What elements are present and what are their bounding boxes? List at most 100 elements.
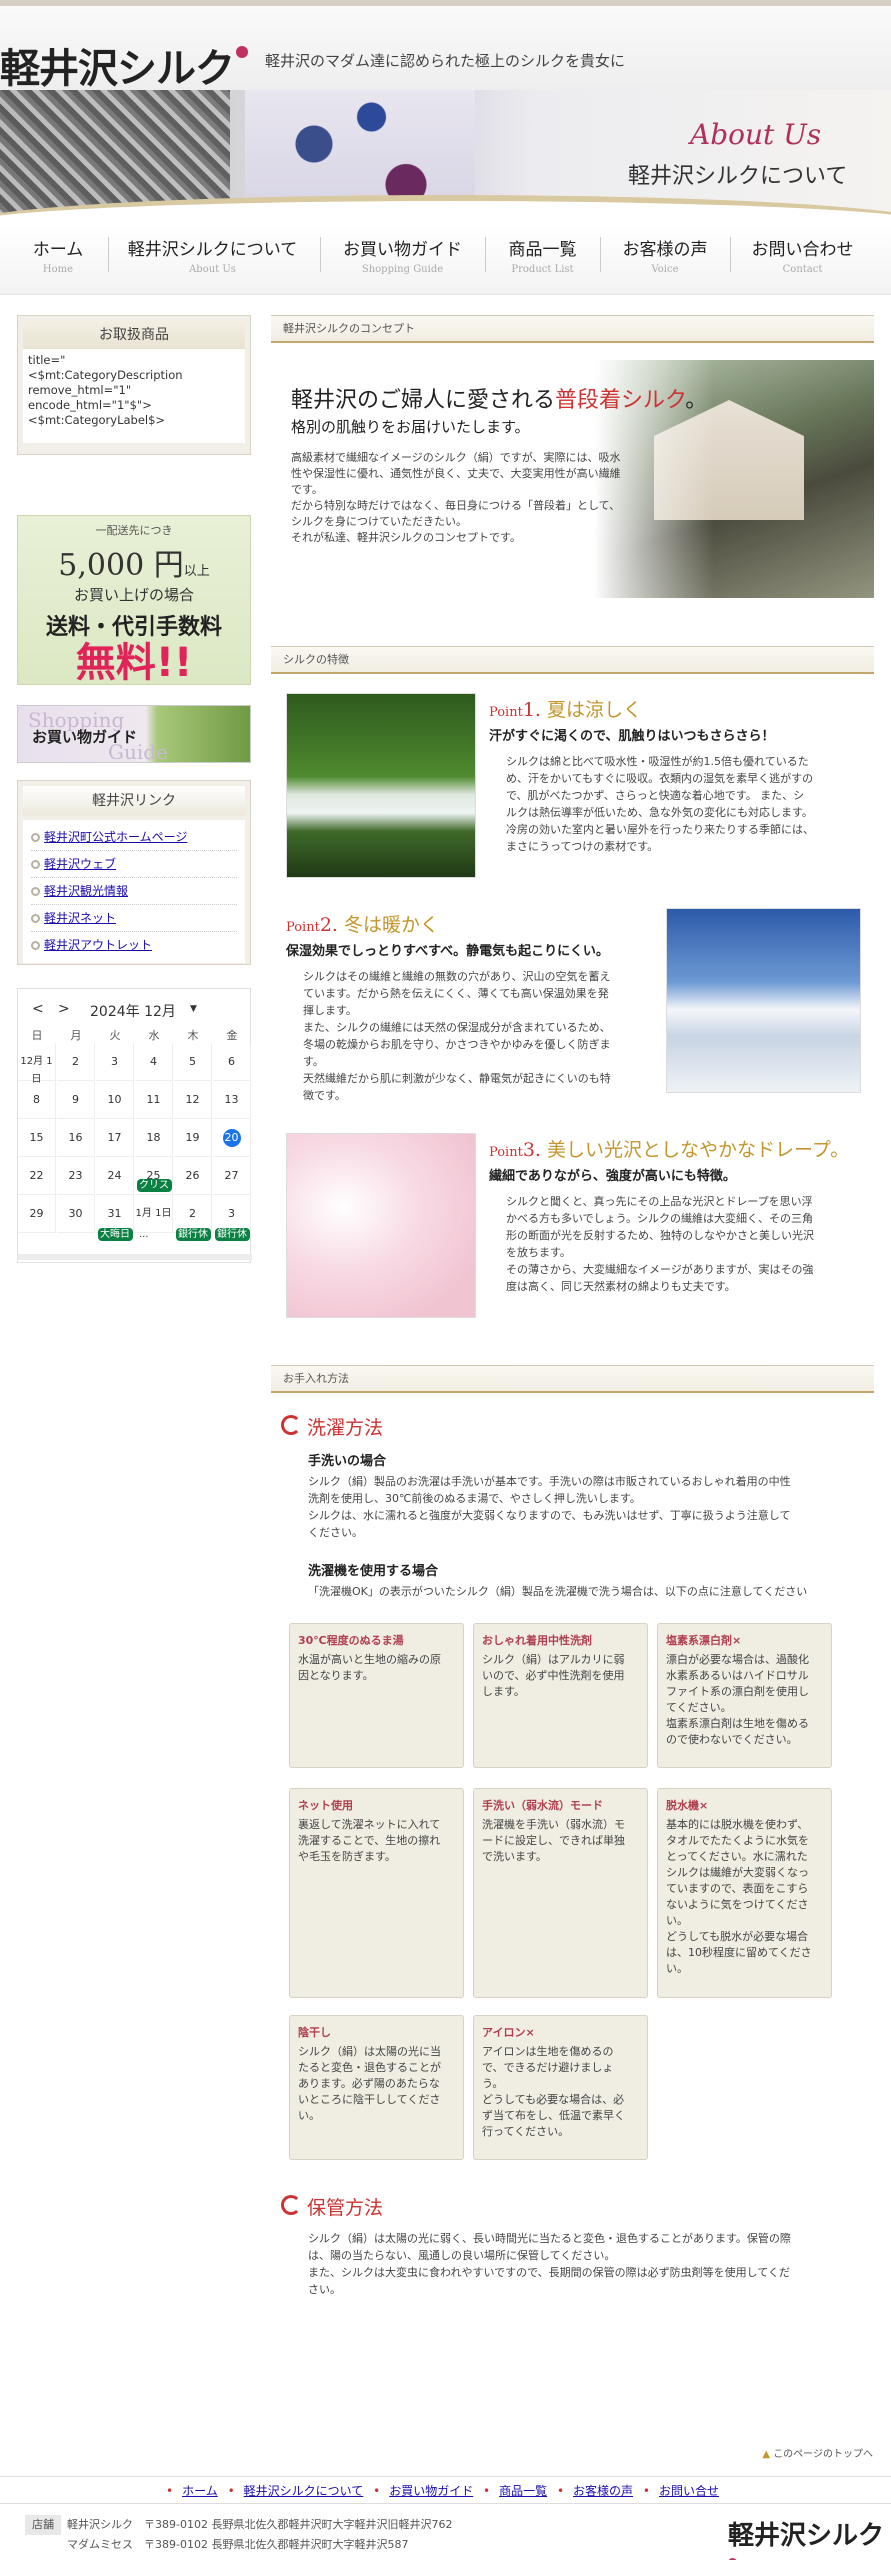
links-box-title: 軽井沢リンク	[23, 786, 245, 816]
calendar-day[interactable]: 6	[213, 1043, 251, 1081]
nav-divider	[730, 237, 731, 272]
nav-label: お客様の声	[622, 240, 708, 260]
footer-link-voice[interactable]: お客様の声	[573, 2484, 633, 2498]
link-karuizawa-official[interactable]: 軽井沢町公式ホームページ	[44, 830, 187, 844]
calendar-day-number: 2	[189, 1207, 196, 1220]
calendar-day-number: 31	[107, 1207, 122, 1220]
nav-divider	[485, 237, 486, 272]
shipping-line-1: 一配送先につき	[95, 524, 173, 537]
footer-link-contact[interactable]: お問い合せ	[659, 2484, 719, 2498]
calendar-day-number: 22	[29, 1169, 44, 1182]
hand-wash-body: シルク（絹）製品のお洗濯は手洗いが基本です。手洗いの際は市販されているおしゃれ着…	[308, 1475, 791, 1539]
footer-shop-info: 店舗 軽井沢シルク 〒389-0102 長野県北佐久郡軽井沢町大字軽井沢旧軽井沢7…	[25, 2515, 625, 2555]
link-karuizawa-outlet[interactable]: 軽井沢アウトレット	[44, 938, 152, 952]
page-top-label: このページのトップへ	[773, 2449, 873, 2460]
footer-link-about[interactable]: 軽井沢シルクについて	[244, 2484, 364, 2498]
calendar-day[interactable]: 19	[174, 1119, 212, 1157]
category-box: お取扱商品 title=" <$mt:CategoryDescription r…	[17, 315, 251, 455]
calendar-day[interactable]: 9	[57, 1081, 95, 1119]
calendar-day[interactable]: 22	[18, 1157, 56, 1195]
calendar-day[interactable]: 23	[57, 1157, 95, 1195]
calendar-next-button[interactable]: >	[58, 1001, 70, 1017]
footer-link-home[interactable]: ホーム	[182, 2484, 218, 2498]
link-karuizawa-net[interactable]: 軽井沢ネット	[44, 911, 116, 925]
link-karuizawa-web[interactable]: 軽井沢ウェブ	[44, 857, 116, 871]
calendar-day[interactable]: 24	[96, 1157, 134, 1195]
nav-shopping-guide[interactable]: お買い物ガイド Shopping Guide	[335, 235, 470, 275]
links-box: 軽井沢リンク 軽井沢町公式ホームページ 軽井沢ウェブ 軽井沢観光情報 軽井沢ネッ…	[17, 780, 251, 965]
calendar-event[interactable]: 大晦日	[98, 1228, 133, 1241]
link-karuizawa-tourism[interactable]: 軽井沢観光情報	[44, 884, 128, 898]
calendar-day[interactable]: 12	[174, 1081, 212, 1119]
calendar-event[interactable]: 銀行休	[215, 1228, 250, 1241]
calendar-day[interactable]: 3	[96, 1043, 134, 1081]
calendar-scrollbar[interactable]	[18, 1254, 252, 1260]
calendar-day[interactable]: 27	[213, 1157, 251, 1195]
footer-link-products[interactable]: 商品一覧	[499, 2484, 547, 2498]
shipping-amount-value: 5,000 円	[58, 548, 184, 583]
machine-wash-body: 「洗濯機OK」の表示がついたシルク（絹）製品を洗濯機で洗う場合は、以下の点に注意…	[308, 1585, 808, 1598]
nav-label: お問い合わせ	[751, 240, 854, 260]
feature-point-2: Point2. 冬は暖かく 保湿効果でしっとりすべすべ。静電気も起こりにくい。 …	[271, 908, 874, 1103]
nav-label: ホーム	[32, 240, 84, 260]
calendar-day[interactable]: 13	[213, 1081, 251, 1119]
calendar-day-number: 12	[185, 1093, 200, 1106]
calendar-prev-button[interactable]: <	[32, 1001, 44, 1017]
calendar-event[interactable]: ...	[137, 1228, 172, 1241]
shipping-line-3: 送料・代引手数料	[45, 615, 222, 640]
page-top-link[interactable]: ▲ このページのトップへ	[762, 2445, 873, 2460]
point-title: 冬は暖かく	[344, 914, 440, 936]
calendar-day[interactable]: 30	[57, 1195, 95, 1233]
calendar-day[interactable]: 4	[135, 1043, 173, 1081]
calendar-day[interactable]: 18	[135, 1119, 173, 1157]
calendar-day-number: 8	[33, 1093, 40, 1106]
concept-section-heading: 軽井沢シルクのコンセプト	[271, 315, 874, 343]
care-card: 陰干し シルク（絹）は太陽の光に当 たると変色・退色することが あります。必ず陽の…	[289, 2015, 464, 2160]
calendar-day[interactable]: 5	[174, 1043, 212, 1081]
calendar-day[interactable]: 10	[96, 1081, 134, 1119]
nav-contact[interactable]: お問い合わせ Contact	[745, 235, 860, 275]
bullet-icon: •	[166, 2484, 174, 2498]
nav-home[interactable]: ホーム Home	[28, 235, 88, 275]
footer-link-guide[interactable]: お買い物ガイド	[389, 2484, 473, 2498]
calendar-day[interactable]: 8	[18, 1081, 56, 1119]
list-item: 軽井沢アウトレット	[31, 932, 237, 959]
calendar-day-number: 15	[29, 1131, 44, 1144]
calendar-day[interactable]: 11	[135, 1081, 173, 1119]
feature-body: シルクはその繊維と繊維の無数の穴があり、沢山の空気を蓄え ています。だから熱を伝…	[303, 970, 611, 1102]
feature-title: Point2. 冬は暖かく	[286, 910, 439, 937]
list-item: 軽井沢ウェブ	[31, 851, 237, 878]
shop-address-1: 軽井沢シルク 〒389-0102 長野県北佐久郡軽井沢町大字軽井沢旧軽井沢762	[67, 2518, 453, 2531]
footer-logo[interactable]: 軽井沢シルク	[728, 2515, 891, 2560]
calendar-month[interactable]: 2024年 12月	[90, 1001, 176, 1021]
bullet-icon: •	[483, 2484, 491, 2498]
calendar-event[interactable]: クリス	[137, 1179, 172, 1192]
calendar-day[interactable]: 20	[213, 1119, 251, 1157]
calendar-day[interactable]: 16	[57, 1119, 95, 1157]
calendar-day[interactable]: 17	[96, 1119, 134, 1157]
nav-voice[interactable]: お客様の声 Voice	[615, 235, 715, 275]
care-card-body: 漂白が必要な場合は、過酸化 水素系あるいはハイドロサル ファイト系の漂白剤を使用…	[666, 1653, 809, 1746]
nav-about[interactable]: 軽井沢シルクについて About Us	[120, 235, 305, 275]
calendar-day[interactable]: 26	[174, 1157, 212, 1195]
bullet-icon	[31, 887, 40, 896]
feature-body: シルクと聞くと、真っ先にその上品な光沢とドレープを思い浮 かべる方も多いでしょう…	[506, 1195, 814, 1293]
site-logo[interactable]: 軽井沢シルク	[0, 36, 248, 94]
bullet-icon: •	[642, 2484, 650, 2498]
nav-product-list[interactable]: 商品一覧 Product List	[500, 235, 585, 275]
links-list: 軽井沢町公式ホームページ 軽井沢ウェブ 軽井沢観光情報 軽井沢ネット 軽井沢アウ…	[23, 820, 245, 963]
shopping-guide-banner[interactable]: Shopping お買い物ガイド Guide	[17, 705, 251, 764]
calendar-day-number: 1月 1日	[135, 1208, 172, 1219]
chevron-down-icon[interactable]: ▼	[190, 1004, 197, 1014]
feature-point-3: Point3. 美しい光沢としなやかなドレープ。 繊細でありながら、強度が高いに…	[271, 1133, 874, 1328]
calendar-day-number: 3	[228, 1207, 235, 1220]
care-card-body: シルク（絹）はアルカリに弱 いので、必ず中性洗剤を使用 します。	[482, 1653, 625, 1698]
concept-body: 高級素材で繊細なイメージのシルク（絹）ですが、実際には、吸水 性や保湿性に優れ、…	[291, 451, 621, 544]
concept-block: 軽井沢のご婦人に愛される普段着シルク。 格別の肌触りをお届けいたします。 高級素…	[271, 360, 874, 598]
calendar-day[interactable]: 12月 1日	[18, 1043, 56, 1085]
calendar-day[interactable]: 15	[18, 1119, 56, 1157]
calendar-day[interactable]: 29	[18, 1195, 56, 1233]
calendar-event[interactable]: 銀行休	[176, 1228, 211, 1241]
calendar-day[interactable]: 2	[57, 1043, 95, 1081]
free-shipping-banner[interactable]: 一配送先につき 5,000 円以上 お買い上げの場合 送料・代引手数料 無料!!	[17, 515, 251, 685]
